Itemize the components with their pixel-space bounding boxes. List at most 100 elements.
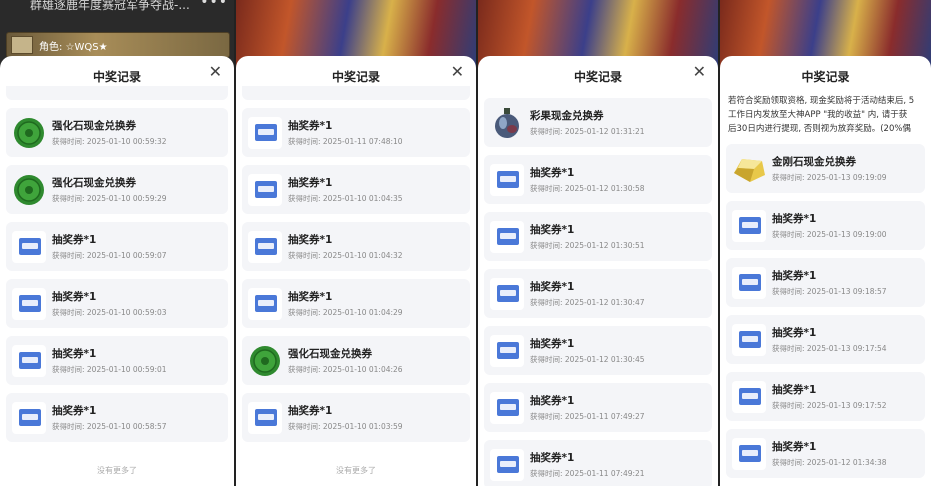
list-item: 抽奖券*1 获得时间: 2025-01-10 00:59:07 [6,222,228,271]
prize-time: 获得时间: 2025-01-13 09:17:52 [772,401,887,410]
lottery-ticket-icon [490,164,524,196]
reward-notice: 若符合奖励领取资格, 现金奖励将于活动结束后, 5 工作日内发放至大神APP "… [728,94,931,136]
record-panel-1: 群雄逐鹿年度赛冠军争夺战-... ••• 角色: ☆WQS★ 中奖记录 ✕ 强化… [0,0,234,486]
list-item: 抽奖券*1 获得时间: 2025-01-12 01:34:38 [726,429,925,478]
prize-time: 获得时间: 2025-01-12 01:30:47 [530,298,645,307]
sheet-title: 中奖记录 [573,70,622,84]
prize-record-sheet: 中奖记录 ✕ 彩果现金兑换券获得时间: 2025-01-12 01:31:21 抽… [478,56,718,486]
list-item: 抽奖券*1 获得时间: 2025-01-12 01:30:47 [484,269,712,318]
notice-line: 若符合奖励领取资格, 现金奖励将于活动结束后, 5 [728,96,915,106]
role-banner: 角色: ☆WQS★ [6,32,230,58]
prize-name: 抽奖券*1 [530,452,575,464]
prize-name: 抽奖券*1 [530,338,575,350]
record-list[interactable]: 金刚石现金兑换券 获得时间: 2025-01-13 09:19:09 抽奖券*1 获得… [726,144,925,486]
record-list[interactable]: 抽奖券*1 获得时间: 2025-01-11 07:48:10 抽奖券*1 获得时间:… [242,86,470,450]
record-panel-4: 中奖记录 若符合奖励领取资格, 现金奖励将于活动结束后, 5 工作日内发放至大神… [720,0,931,486]
lottery-ticket-icon [12,402,46,434]
record-panel-3: 中奖记录 ✕ 彩果现金兑换券获得时间: 2025-01-12 01:31:21 抽… [478,0,718,486]
lottery-ticket-icon [248,288,282,320]
lottery-ticket-icon [248,231,282,263]
prize-name: 强化石现金兑换券 [52,120,136,132]
prize-time: 获得时间: 2025-01-10 01:04:32 [288,251,403,260]
no-more-text: 没有更多了 [97,466,137,475]
notice-line: 工作日内发放至大神APP "我的收益" 内, 请于获 [728,110,908,120]
list-item: 抽奖券*1 获得时间: 2025-01-11 07:49:27 [484,383,712,432]
record-list[interactable]: 强化石现金兑换券 获得时间: 2025-01-10 00:59:32 强化石现金兑换… [6,86,228,450]
list-item: 抽奖券*1 获得时间: 2025-01-12 01:30:51 [484,212,712,261]
prize-time: 获得时间: 2025-01-11 07:48:10 [288,137,403,146]
lottery-ticket-icon [732,267,766,299]
prize-name: 金刚石现金兑换券 [772,156,856,168]
prize-time: 获得时间: 2025-01-13 09:17:54 [772,344,887,353]
prize-time: 获得时间: 2025-01-10 01:04:35 [288,194,403,203]
prize-name: 抽奖券*1 [52,291,97,303]
diamond-icon [732,153,766,185]
prize-time: 获得时间: 2025-01-12 01:34:38 [772,458,887,467]
prize-time: 获得时间: 2025-01-12 01:30:58 [530,184,645,193]
lottery-ticket-icon [732,210,766,242]
prize-name: 抽奖券*1 [772,213,817,225]
prize-record-sheet: 中奖记录 ✕ 抽奖券*1 获得时间: 2025-01-11 07:48:10 抽奖券… [236,56,476,486]
record-panel-2: 中奖记录 ✕ 抽奖券*1 获得时间: 2025-01-11 07:48:10 抽奖券… [236,0,476,486]
list-item: 金刚石现金兑换券 获得时间: 2025-01-13 09:19:09 [726,144,925,193]
list-item: 抽奖券*1 获得时间: 2025-01-10 01:04:29 [242,279,470,328]
lottery-ticket-icon [12,288,46,320]
list-item: 抽奖券*1 获得时间: 2025-01-11 07:48:10 [242,108,470,157]
prize-name: 彩果现金兑换券 [530,110,604,122]
prize-time: 获得时间: 2025-01-10 01:03:59 [288,422,403,431]
close-icon[interactable]: ✕ [451,62,464,81]
list-item: 抽奖券*1 获得时间: 2025-01-12 01:30:58 [484,155,712,204]
prize-name: 抽奖券*1 [530,167,575,179]
jade-stone-icon [12,174,46,206]
prize-name: 抽奖券*1 [530,281,575,293]
more-icon[interactable]: ••• [200,0,228,10]
prize-name: 抽奖券*1 [772,441,817,453]
prize-time: 获得时间: 2025-01-10 00:59:29 [52,194,167,203]
prize-time: 获得时间: 2025-01-10 00:59:01 [52,365,167,374]
close-icon[interactable]: ✕ [693,62,706,81]
prize-time: 获得时间: 2025-01-12 01:30:45 [530,355,645,364]
lottery-ticket-icon [248,117,282,149]
list-item: 抽奖券*1 获得时间: 2025-01-10 01:04:35 [242,165,470,214]
lottery-ticket-icon [490,221,524,253]
list-item: 抽奖券*1 获得时间: 2025-01-11 07:49:21 [484,440,712,486]
prize-name: 强化石现金兑换券 [288,348,372,360]
prize-time: 获得时间: 2025-01-10 00:59:03 [52,308,167,317]
list-item: 抽奖券*1 获得时间: 2025-01-10 00:58:57 [6,393,228,442]
list-item: 抽奖券*1 获得时间: 2025-01-12 01:30:45 [484,326,712,375]
lottery-ticket-icon [12,231,46,263]
role-label: 角色: ☆WQS★ [39,42,108,53]
list-item: 抽奖券*1 获得时间: 2025-01-13 09:17:54 [726,315,925,364]
lottery-ticket-icon [490,449,524,481]
sheet-title: 中奖记录 [92,70,141,84]
prize-time: 获得时间: 2025-01-10 01:04:29 [288,308,403,317]
prize-name: 抽奖券*1 [530,224,575,236]
close-icon[interactable]: ✕ [209,62,222,81]
prize-name: 抽奖券*1 [772,327,817,339]
prize-time: 获得时间: 2025-01-10 00:58:57 [52,422,167,431]
lottery-ticket-icon [12,345,46,377]
list-item-partial [6,86,228,100]
record-list[interactable]: 彩果现金兑换券 获得时间: 2025-01-12 01:31:21 抽奖券*1 获得时… [484,98,712,486]
prize-record-sheet: 中奖记录 若符合奖励领取资格, 现金奖励将于活动结束后, 5 工作日内发放至大神… [720,56,931,486]
notice-line: 后30日内进行提现, 否则视为放弃奖励。(20%偶 [728,124,911,134]
prize-name: 抽奖券*1 [288,177,333,189]
prize-name: 抽奖券*1 [288,234,333,246]
lottery-ticket-icon [732,324,766,356]
prize-record-sheet: 中奖记录 ✕ 强化石现金兑换券获得时间: 2025-01-10 00:59:32… [0,56,234,486]
vase-icon [490,107,524,139]
avatar [11,36,33,54]
prize-time: 获得时间: 2025-01-13 09:18:57 [772,287,887,296]
prize-name: 抽奖券*1 [772,270,817,282]
list-item: 抽奖券*1 获得时间: 2025-01-10 01:03:59 [242,393,470,442]
lottery-ticket-icon [248,402,282,434]
prize-time: 获得时间: 2025-01-11 07:49:27 [530,412,645,421]
list-item: 强化石现金兑换券获得时间: 2025-01-10 01:04:26 [242,336,470,385]
prize-time: 获得时间: 2025-01-10 00:59:32 [52,137,167,146]
prize-time: 获得时间: 2025-01-10 01:04:26 [288,365,403,374]
prize-time: 获得时间: 2025-01-12 01:31:21 [530,127,645,136]
list-item: 抽奖券*1 获得时间: 2025-01-10 01:04:32 [242,222,470,271]
sheet-title: 中奖记录 [331,70,380,84]
list-item: 抽奖券*1 获得时间: 2025-01-13 09:17:52 [726,372,925,421]
lottery-ticket-icon [490,335,524,367]
